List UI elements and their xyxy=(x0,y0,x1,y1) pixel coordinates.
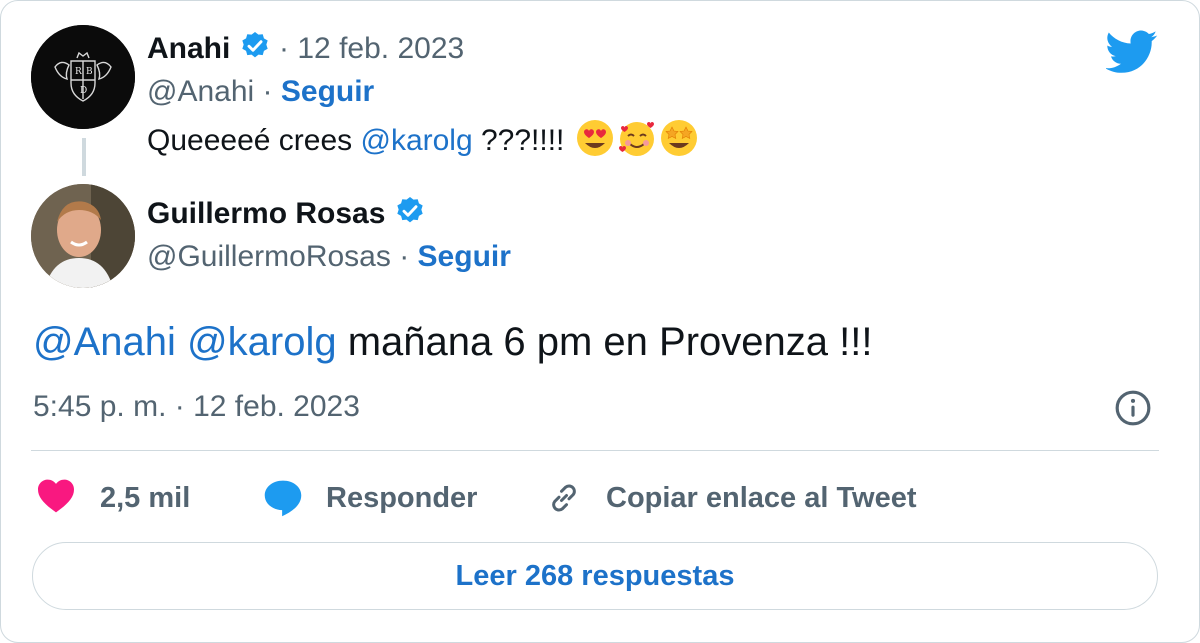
verified-badge-icon xyxy=(239,30,271,70)
guillermo-avatar[interactable] xyxy=(31,184,135,288)
follow-guillermo-button[interactable]: Seguir xyxy=(418,240,511,273)
anahi-avatar[interactable]: R B D xyxy=(31,25,135,129)
tweet-timestamp[interactable]: 5:45 p. m. · 12 feb. 2023 xyxy=(33,390,360,424)
read-replies-label: Leer 268 respuestas xyxy=(455,559,735,592)
parent-header: Anahi · 12 feb. 2023 xyxy=(147,30,464,70)
link-icon xyxy=(544,478,584,518)
reply-handle-row: @GuillermoRosas · Seguir xyxy=(147,240,511,274)
tweet-time[interactable]: 5:45 p. m. xyxy=(33,390,166,423)
parent-text-before: Queeeeé crees xyxy=(147,124,361,157)
reply-handle[interactable]: @GuillermoRosas xyxy=(147,240,391,273)
twitter-bird-icon[interactable] xyxy=(1105,30,1158,79)
parent-handle[interactable]: @Anahi xyxy=(147,75,254,108)
copy-link-button[interactable]: Copiar enlace al Tweet xyxy=(544,478,917,518)
reply-label: Responder xyxy=(326,481,478,514)
reply-text-body: mañana 6 pm en Provenza !!! xyxy=(336,320,873,364)
like-button[interactable]: 2,5 mil xyxy=(36,478,190,518)
reply-header: Guillermo Rosas xyxy=(147,195,426,235)
read-replies-button[interactable]: Leer 268 respuestas xyxy=(32,542,1158,610)
parent-author-name[interactable]: Anahi xyxy=(147,32,230,65)
speech-bubble-icon xyxy=(262,478,304,518)
separator-dot: · xyxy=(279,31,290,65)
separator-dot: · xyxy=(262,75,273,108)
divider xyxy=(31,450,1159,451)
follow-anahi-button[interactable]: Seguir xyxy=(281,75,374,108)
parent-text-after: ???!!!! xyxy=(472,124,565,157)
heart-icon xyxy=(36,478,78,518)
reply-author-name[interactable]: Guillermo Rosas xyxy=(147,197,385,230)
profile-photo-icon xyxy=(31,184,135,288)
thread-connector-line xyxy=(82,138,86,176)
info-icon[interactable] xyxy=(1114,389,1152,432)
svg-text:D: D xyxy=(80,86,87,96)
like-count: 2,5 mil xyxy=(100,481,191,514)
svg-text:B: B xyxy=(86,67,93,77)
svg-text:R: R xyxy=(75,67,82,77)
copy-link-label: Copiar enlace al Tweet xyxy=(606,481,917,514)
verified-badge-icon xyxy=(394,195,426,235)
reply-tweet-text: @Anahi @karolg mañana 6 pm en Provenza !… xyxy=(33,320,872,365)
mention-karolg[interactable]: @karolg xyxy=(187,320,337,364)
tweet-date[interactable]: 12 feb. 2023 xyxy=(193,390,360,423)
mention-anahi[interactable]: @Anahi xyxy=(33,320,176,364)
parent-handle-row: @Anahi · Seguir xyxy=(147,75,374,109)
parent-tweet-text: Queeeeé crees @karolg ???!!!! xyxy=(147,118,699,158)
heart-eyes-emoji-icon xyxy=(575,118,615,158)
smiling-face-with-hearts-emoji-icon xyxy=(617,118,657,158)
separator-dot: · xyxy=(174,390,185,423)
reply-button[interactable]: Responder xyxy=(262,478,477,518)
parent-date[interactable]: 12 feb. 2023 xyxy=(297,32,464,65)
star-struck-emoji-icon xyxy=(659,118,699,158)
separator-dot: · xyxy=(399,240,410,273)
rbd-logo-icon: R B D xyxy=(31,25,135,129)
mention-karolg[interactable]: @karolg xyxy=(360,124,472,157)
